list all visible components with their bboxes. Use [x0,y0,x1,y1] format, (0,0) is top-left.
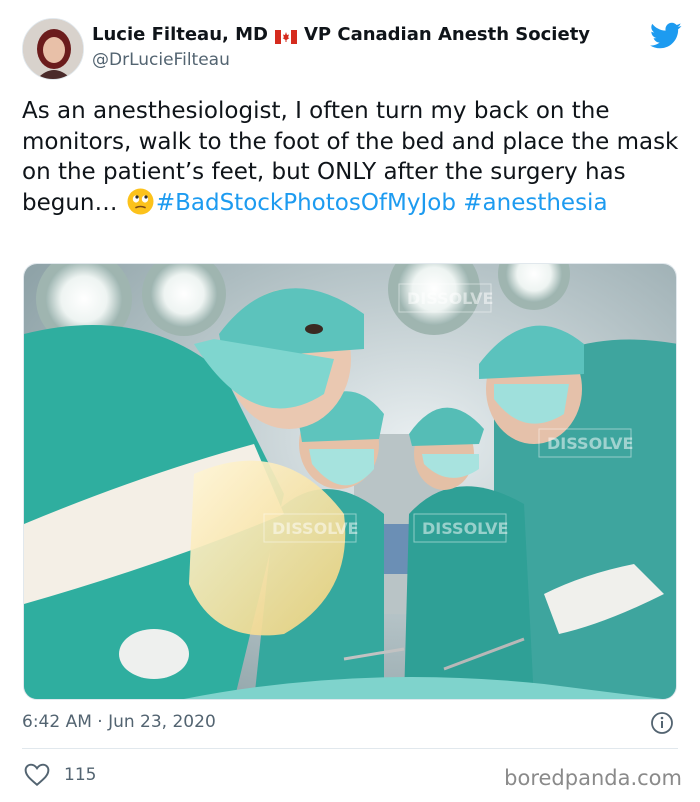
photo-watermark: DISSOLVE [547,434,633,453]
display-name: Lucie Filteau, MD [92,24,268,45]
tweet-header: Lucie Filteau, MD VP Canadian Anesth Soc… [22,18,682,80]
tweet-text: As an anesthesiologist, I often turn my … [22,96,682,218]
tweet-timestamp[interactable]: 6:42 AM · Jun 23, 2020 [22,712,216,732]
photo-watermark: DISSOLVE [422,519,508,538]
hashtag-link[interactable]: #anesthesia [463,190,607,216]
tweet-photo[interactable]: DISSOLVE DISSOLVE DISSOLVE DISSOLVE [23,263,677,700]
photo-watermark: DISSOLVE [407,289,493,308]
divider [22,748,678,749]
author-name-line[interactable]: Lucie Filteau, MD VP Canadian Anesth Soc… [92,24,632,45]
canada-flag-icon [274,28,297,44]
info-icon[interactable] [650,711,674,735]
author-block: Lucie Filteau, MD VP Canadian Anesth Soc… [92,24,632,70]
twitter-bird-icon[interactable] [650,22,682,50]
rolling-eyes-face-icon [127,188,154,215]
photo-watermark: DISSOLVE [272,519,358,538]
author-handle[interactable]: @DrLucieFilteau [92,50,632,70]
hashtag-link[interactable]: #BadStockPhotosOfMyJob [156,190,456,216]
avatar[interactable] [22,18,84,80]
author-title: VP Canadian Anesth Society [303,24,591,45]
like-count: 115 [64,765,97,785]
like-button[interactable]: 115 [24,763,96,787]
boredpanda-watermark: boredpanda.com [504,766,682,790]
surgery-stock-photo: DISSOLVE DISSOLVE DISSOLVE DISSOLVE [24,264,676,699]
heart-icon [24,763,50,787]
